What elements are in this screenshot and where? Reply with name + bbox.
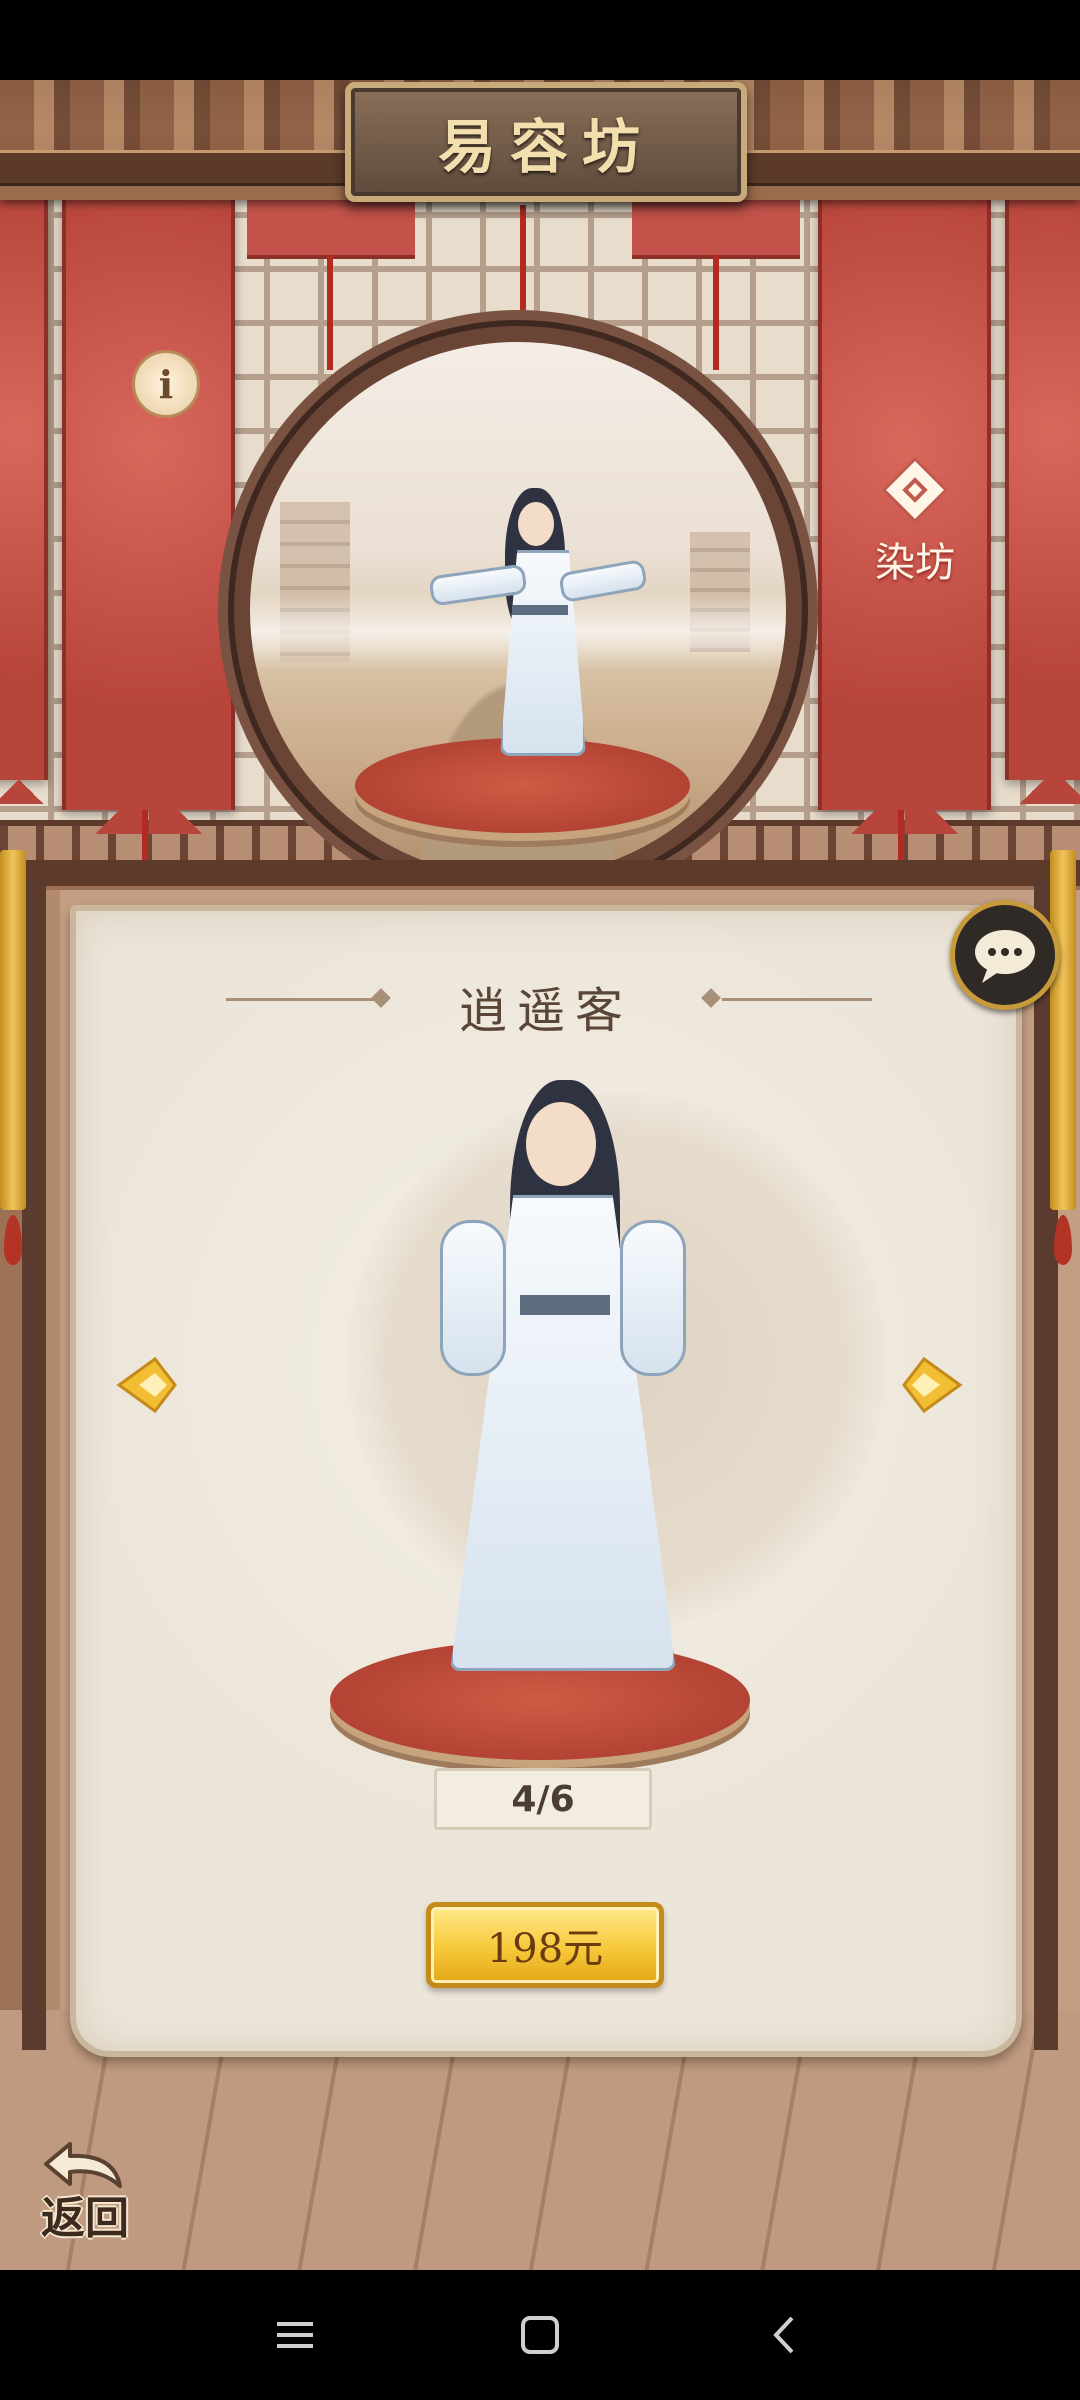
skin-counter: 4/6 bbox=[434, 1768, 652, 1830]
red-tassel bbox=[142, 810, 148, 860]
red-banner bbox=[62, 200, 235, 834]
character-skin-model bbox=[420, 1060, 720, 1700]
frame-beam bbox=[0, 860, 1080, 890]
back-button[interactable]: 返回 bbox=[30, 2130, 140, 2244]
red-tassel bbox=[713, 255, 719, 370]
system-back-button[interactable] bbox=[750, 2300, 820, 2370]
character-face bbox=[518, 502, 554, 546]
dye-diamond-icon bbox=[881, 456, 949, 524]
red-tassel bbox=[520, 205, 526, 315]
buy-price-button[interactable]: 198元 bbox=[426, 1902, 664, 1988]
dye-shop-button[interactable]: 染坊 bbox=[860, 455, 970, 595]
gold-tassel bbox=[1050, 850, 1076, 1210]
small-banner bbox=[247, 200, 415, 259]
back-label: 返回 bbox=[41, 2193, 129, 2244]
status-bar bbox=[0, 0, 1080, 80]
menu-icon bbox=[277, 2322, 313, 2348]
character-belt bbox=[520, 1295, 610, 1315]
character-face bbox=[526, 1102, 596, 1186]
red-tassel bbox=[898, 810, 904, 860]
gold-tassel bbox=[0, 850, 26, 1210]
back-icon bbox=[773, 2316, 794, 2354]
character-arm bbox=[620, 1220, 686, 1376]
next-skin-button[interactable] bbox=[900, 1355, 964, 1415]
prev-skin-button[interactable] bbox=[115, 1355, 179, 1415]
dye-shop-label: 染坊 bbox=[875, 540, 955, 586]
red-banner bbox=[0, 200, 48, 804]
left-arrow-icon bbox=[116, 1356, 177, 1414]
character-preview-pose bbox=[420, 480, 648, 780]
red-banner bbox=[1005, 200, 1080, 804]
menu-button[interactable] bbox=[260, 2300, 330, 2370]
system-navigation-bar bbox=[0, 2270, 1080, 2400]
small-banner bbox=[632, 200, 800, 259]
info-glyph: i bbox=[158, 361, 174, 407]
chat-button[interactable] bbox=[950, 900, 1060, 1010]
info-icon[interactable]: i bbox=[132, 350, 200, 418]
app-root: i 染坊 易容坊 逍遥客 4/6 198元 返回 bbox=[0, 0, 1080, 2400]
title-plaque: 易容坊 bbox=[345, 82, 747, 202]
right-arrow-icon bbox=[902, 1356, 963, 1414]
page-title: 易容坊 bbox=[437, 113, 654, 181]
character-belt bbox=[512, 605, 568, 615]
character-arm bbox=[558, 558, 648, 604]
home-icon bbox=[521, 2316, 559, 2354]
skin-name: 逍遥客 bbox=[458, 983, 633, 1039]
chat-bubble-icon bbox=[975, 930, 1035, 983]
character-arm bbox=[440, 1220, 506, 1376]
red-tassel bbox=[327, 255, 333, 370]
home-button[interactable] bbox=[505, 2300, 575, 2370]
